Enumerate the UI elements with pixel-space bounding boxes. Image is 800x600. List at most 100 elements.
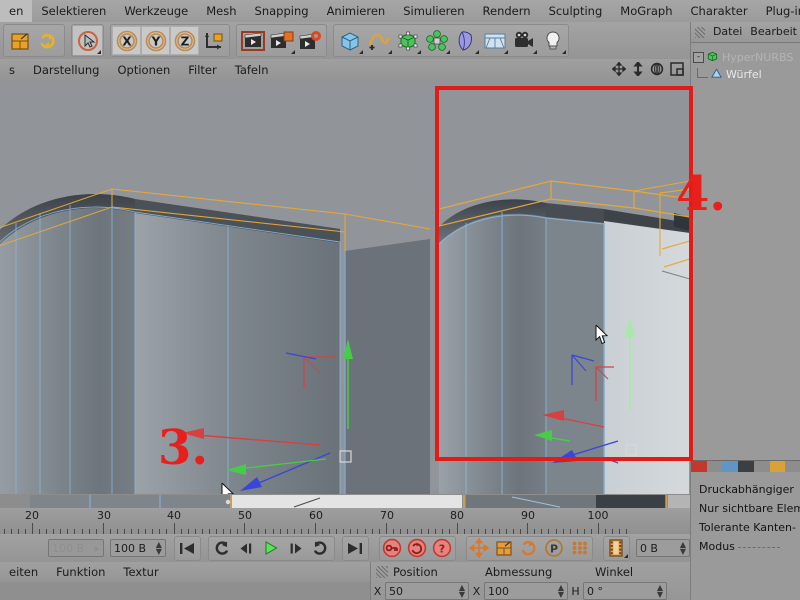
- coord-angle-h-value: 0 °: [587, 585, 603, 598]
- point-level-key-icon[interactable]: [567, 537, 592, 559]
- menu-item-en[interactable]: en: [0, 0, 32, 22]
- menu-item-animieren[interactable]: Animieren: [318, 0, 395, 22]
- coord-axis-label-x-position: X: [373, 585, 382, 598]
- play-range-icon[interactable]: ▸: [94, 542, 100, 555]
- timeline-end-field[interactable]: 0 B ▲▼: [636, 539, 690, 557]
- ruler-major-tick: [103, 523, 104, 534]
- view-menu-item-darstellung[interactable]: Darstellung: [24, 59, 108, 81]
- material-menu-item-textur[interactable]: Textur: [114, 562, 167, 582]
- attr-tab-5[interactable]: [754, 461, 770, 472]
- attr-tab-3[interactable]: [722, 461, 738, 472]
- render-settings-icon[interactable]: [296, 26, 325, 55]
- material-manager-area[interactable]: [0, 582, 370, 600]
- menu-item-mesh[interactable]: Mesh: [197, 0, 245, 22]
- coordinate-manager-header: Position Abmessung Winkel: [371, 562, 691, 582]
- current-frame-field[interactable]: 100 B ▲▼: [110, 539, 166, 557]
- cube-primitive-icon[interactable]: [335, 26, 364, 55]
- axis-z-icon[interactable]: Z: [170, 26, 199, 55]
- keyframe-selection-icon[interactable]: ?: [430, 537, 455, 559]
- menu-item-snapping[interactable]: Snapping: [246, 0, 318, 22]
- scale-key-icon[interactable]: [492, 537, 517, 559]
- menu-item-plugins[interactable]: Plug-ins: [757, 0, 800, 22]
- step-back-icon[interactable]: [234, 537, 259, 559]
- maximize-viewport-icon[interactable]: [670, 62, 684, 79]
- expander-collapse-icon[interactable]: -: [693, 52, 704, 63]
- undo-redo-box-icon[interactable]: [5, 26, 34, 55]
- menu-item-sculpting[interactable]: Sculpting: [540, 0, 612, 22]
- attr-row-druckabhaengiger[interactable]: Druckabhängiger: [691, 480, 800, 499]
- rotation-key-icon[interactable]: [517, 537, 542, 559]
- go-to-end-icon[interactable]: [343, 537, 368, 559]
- attr-row-tolerante-kanten[interactable]: Tolerante Kanten-: [691, 518, 800, 537]
- coord-angle-h-field[interactable]: 0 ° ▲▼: [583, 582, 667, 600]
- timeline-start-field[interactable]: 100 B ▸: [48, 539, 104, 557]
- axis-x-icon[interactable]: X: [112, 26, 141, 55]
- object-tree-row-wuerfel[interactable]: Würfel: [693, 66, 800, 83]
- deformer-icon[interactable]: [451, 26, 480, 55]
- coord-position-x-field[interactable]: 50 ▲▼: [385, 582, 469, 600]
- autokey-icon[interactable]: [405, 537, 430, 559]
- view-menu-item-tafeln[interactable]: Tafeln: [226, 59, 278, 81]
- pan-icon[interactable]: [612, 62, 626, 79]
- environment-icon[interactable]: [480, 26, 509, 55]
- menu-item-mograph[interactable]: MoGraph: [611, 0, 681, 22]
- position-key-icon[interactable]: [467, 537, 492, 559]
- axis-y-icon[interactable]: Y: [141, 26, 170, 55]
- coord-size-x-field[interactable]: 100 ▲▼: [484, 582, 568, 600]
- spinner-icon[interactable]: ▲▼: [558, 584, 564, 598]
- panel-grip-icon[interactable]: [376, 566, 388, 578]
- menu-item-rendern[interactable]: Rendern: [474, 0, 540, 22]
- spinner-icon[interactable]: ▲▼: [459, 584, 465, 598]
- attr-tab-2[interactable]: [707, 461, 723, 472]
- spinner-icon[interactable]: ▲▼: [156, 541, 162, 555]
- previous-key-icon[interactable]: [209, 537, 234, 559]
- coord-axis-label-x-size: X: [472, 585, 481, 598]
- menu-item-selektieren[interactable]: Selektieren: [32, 0, 115, 22]
- attr-tab-6[interactable]: [770, 461, 786, 472]
- attr-tab-1[interactable]: [691, 461, 707, 472]
- render-region-icon[interactable]: [267, 26, 296, 55]
- rotate-icon[interactable]: [650, 62, 664, 79]
- view-menu-item-optionen[interactable]: Optionen: [108, 59, 179, 81]
- light-icon[interactable]: [538, 26, 567, 55]
- go-to-start-icon[interactable]: [175, 537, 200, 559]
- object-menu-item-datei[interactable]: Datei: [709, 22, 746, 42]
- hypernurbs-icon[interactable]: [393, 26, 422, 55]
- view-menu-item-ansicht[interactable]: s: [0, 59, 24, 81]
- spinner-icon[interactable]: ▲▼: [657, 584, 663, 598]
- attr-row-nur-sichtbare-elemente[interactable]: Nur sichtbare Elem: [691, 499, 800, 518]
- attr-row-modus[interactable]: Modus: [691, 537, 800, 556]
- attr-tab-4[interactable]: [738, 461, 754, 472]
- live-selection-icon[interactable]: [73, 26, 102, 55]
- spline-icon[interactable]: [364, 26, 393, 55]
- camera-icon[interactable]: [509, 26, 538, 55]
- timeline-track-bar[interactable]: [0, 494, 690, 509]
- panel-grip-icon[interactable]: [695, 27, 705, 38]
- menu-item-simulieren[interactable]: Simulieren: [394, 0, 473, 22]
- object-menu-item-bearbeiten[interactable]: Bearbeit: [746, 22, 800, 42]
- timeline-ruler[interactable]: 20 30 40 50 60 70 80 90 100: [0, 508, 690, 535]
- timeline-window-icon[interactable]: [604, 537, 629, 559]
- render-view-icon[interactable]: [238, 26, 267, 55]
- material-menu-item-funktion[interactable]: Funktion: [47, 562, 114, 582]
- dolly-icon[interactable]: [632, 62, 644, 79]
- perspective-viewport[interactable]: [0, 81, 690, 494]
- record-key-icon[interactable]: [380, 537, 405, 559]
- attr-tab-7[interactable]: [785, 461, 800, 472]
- flyout-corner-icon: [417, 50, 421, 54]
- toolbar-group-axis: X Y Z: [110, 24, 230, 57]
- next-key-icon[interactable]: [309, 537, 334, 559]
- object-tree-row-hypernurbs[interactable]: - HyperNURBS: [693, 49, 800, 66]
- menu-item-charakter[interactable]: Charakter: [682, 0, 757, 22]
- menu-item-werkzeuge[interactable]: Werkzeuge: [115, 0, 197, 22]
- view-menu-item-filter[interactable]: Filter: [179, 59, 225, 81]
- mograph-icon[interactable]: [422, 26, 451, 55]
- revert-icon[interactable]: [34, 26, 63, 55]
- attribute-manager-tab-strip: [691, 460, 800, 472]
- spinner-icon[interactable]: ▲▼: [680, 541, 686, 555]
- play-icon[interactable]: [259, 537, 284, 559]
- step-forward-icon[interactable]: [284, 537, 309, 559]
- material-menu-item-bearbeiten[interactable]: eiten: [0, 562, 47, 582]
- parameter-key-icon[interactable]: P: [542, 537, 567, 559]
- world-coordinates-icon[interactable]: [199, 26, 228, 55]
